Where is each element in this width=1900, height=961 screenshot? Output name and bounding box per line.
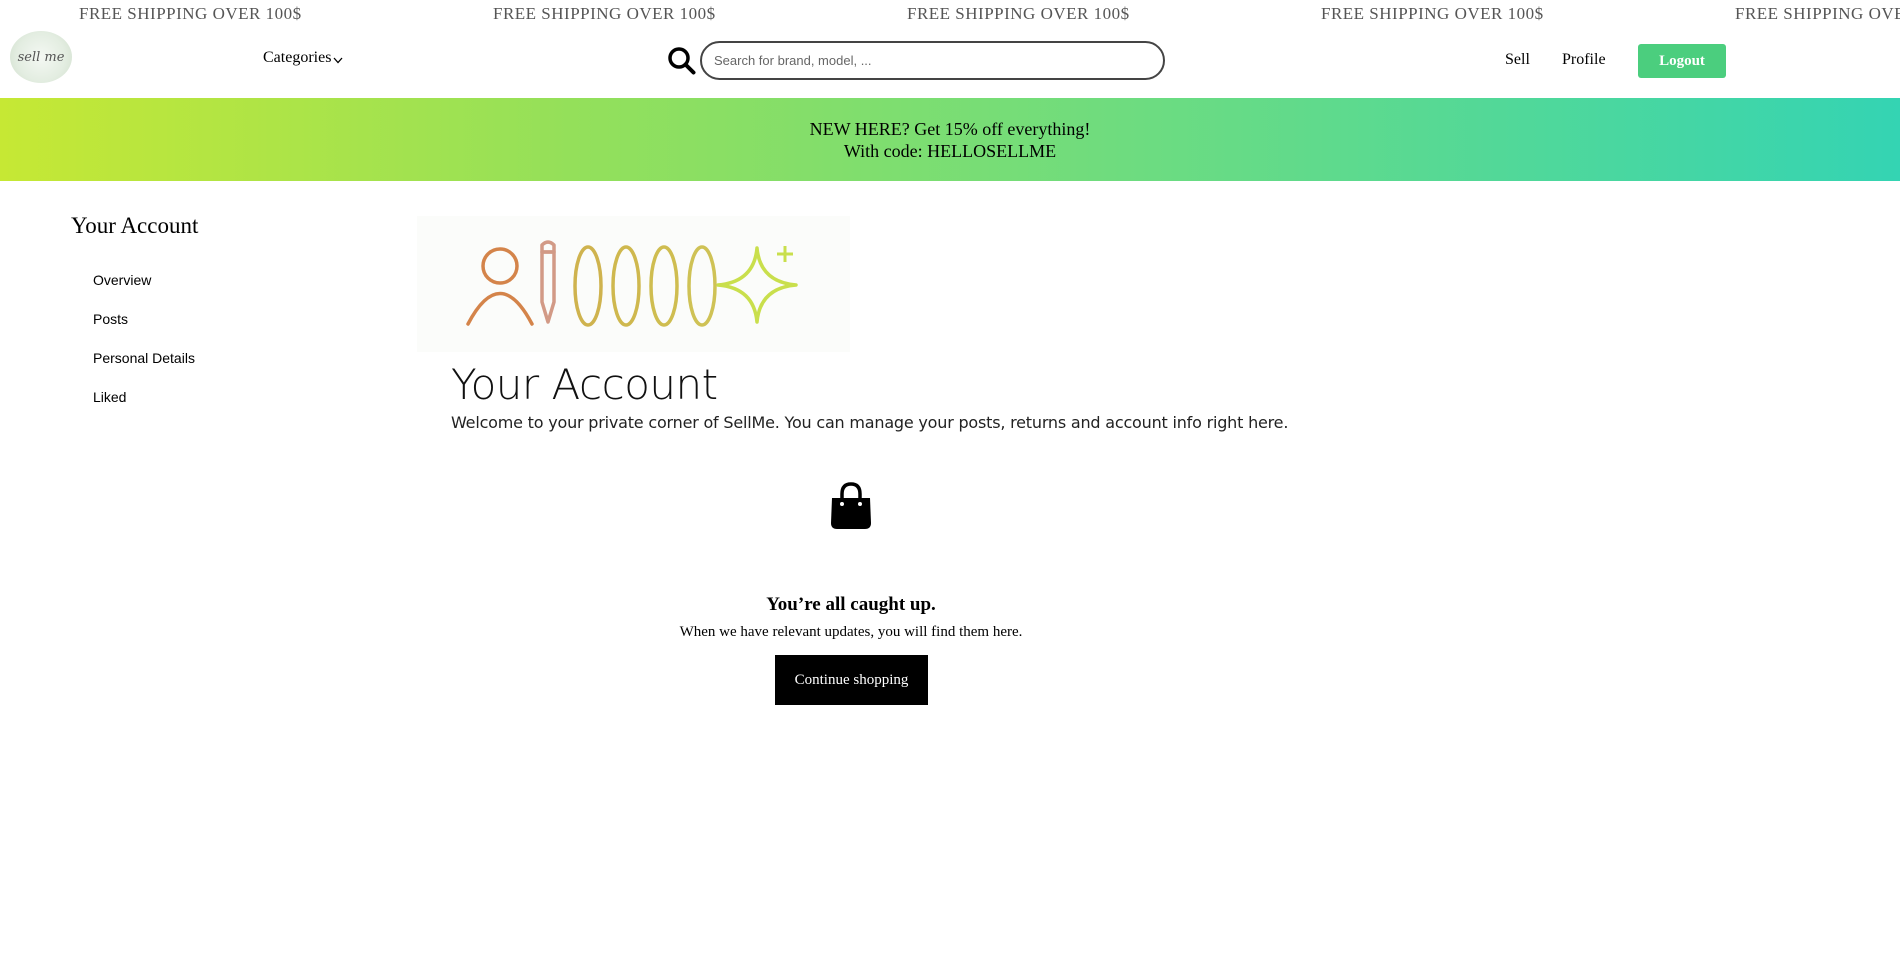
sidebar-title: Your Account	[71, 213, 199, 238]
site-header: sell me Categories Sell Profile Logout	[0, 28, 1900, 98]
search-input[interactable]	[700, 41, 1165, 80]
sidebar-item-posts[interactable]: Posts	[93, 311, 128, 327]
account-illustration-icon	[466, 240, 798, 327]
empty-state-title: You’re all caught up.	[766, 594, 936, 615]
continue-shopping-button[interactable]: Continue shopping	[775, 655, 928, 705]
marquee-item: FREE SHIPPING OVER 100$	[493, 4, 716, 23]
page-title: Your Account	[451, 360, 718, 409]
sidebar-item-liked[interactable]: Liked	[93, 389, 126, 405]
marquee-item: FREE SHIPPING OVER 100$	[907, 4, 1130, 23]
marquee-item: FREE SHIPPING OVER 100$	[79, 4, 302, 23]
categories-label: Categories	[263, 49, 332, 66]
free-shipping-marquee: FREE SHIPPING OVER 100$ FREE SHIPPING OV…	[0, 0, 1900, 28]
shopping-bag-icon	[831, 482, 871, 529]
marquee-item: FREE SHIPPING OVER 100$	[1321, 4, 1544, 23]
sidebar-item-overview[interactable]: Overview	[93, 272, 151, 288]
promo-line-2: With code: HELLOSELLME	[843, 141, 1057, 161]
sell-link[interactable]: Sell	[1505, 51, 1530, 69]
logo-text: sell me	[17, 49, 65, 65]
promo-line-1: NEW HERE? Get 15% off everything!	[809, 119, 1091, 139]
empty-state-description: When we have relevant updates, you will …	[679, 624, 1023, 640]
chevron-down-icon	[333, 57, 343, 63]
search-icon[interactable]	[667, 46, 696, 75]
profile-link[interactable]: Profile	[1562, 51, 1606, 69]
categories-dropdown[interactable]: Categories	[263, 49, 343, 67]
marquee-item: FREE SHIPPING OVER 100$	[1735, 4, 1900, 23]
logout-button[interactable]: Logout	[1638, 44, 1726, 78]
promo-banner: NEW HERE? Get 15% off everything! With c…	[0, 98, 1900, 181]
sidebar-item-personal-details[interactable]: Personal Details	[93, 350, 195, 366]
site-logo[interactable]: sell me	[10, 31, 72, 83]
account-hero-illustration	[417, 216, 850, 352]
page-description: Welcome to your private corner of SellMe…	[451, 413, 1289, 432]
